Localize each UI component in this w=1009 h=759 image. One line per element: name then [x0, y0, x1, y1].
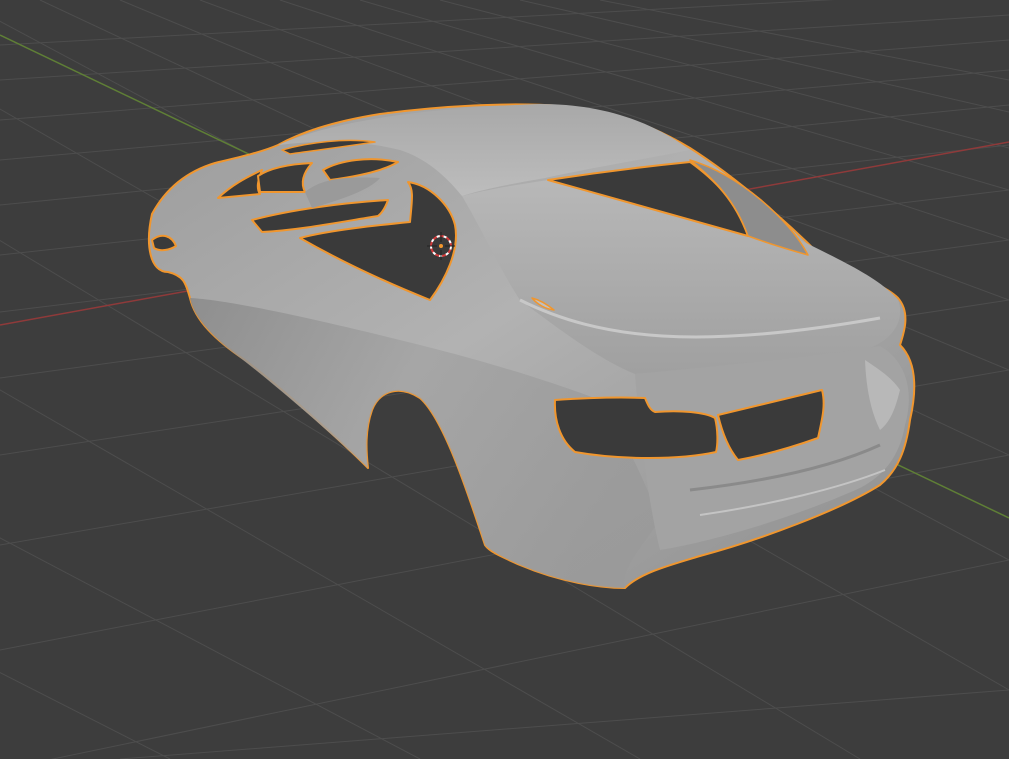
3d-viewport[interactable] — [0, 0, 1009, 759]
viewport-canvas[interactable] — [0, 0, 1009, 759]
object-origin-dot — [439, 244, 443, 248]
